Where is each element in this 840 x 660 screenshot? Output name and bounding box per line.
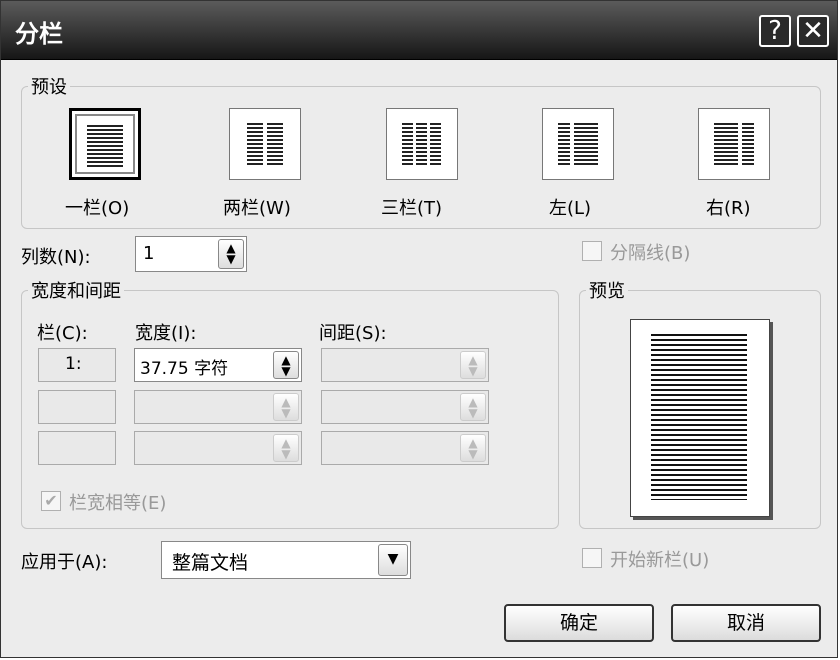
spacing-input: ▲ ▼ [321, 390, 489, 424]
spacing-input: ▲ ▼ [321, 431, 489, 465]
spacing-header: 间距(S): [319, 323, 387, 344]
two-columns-icon [247, 123, 263, 165]
spacing-input: ▲ ▼ [321, 348, 489, 382]
width-header: 宽度(I): [135, 323, 197, 344]
checkmark-icon: ✔ [44, 491, 58, 510]
apply-to-label: 应用于(A): [21, 552, 108, 573]
new-column-label: 开始新栏(U) [610, 550, 710, 571]
presets-legend: 预设 [31, 77, 67, 98]
preset-three-columns-label: 三栏(T) [381, 198, 443, 219]
preview-text-lines [651, 334, 747, 500]
spin-arrows-icon[interactable]: ▲ ▼ [273, 351, 299, 379]
chevron-down-icon[interactable]: ▼ [378, 544, 408, 576]
spin-arrows-icon[interactable]: ▲ ▼ [218, 239, 244, 269]
columns-count-label: 列数(N): [21, 247, 91, 268]
window-title: 分栏 [15, 20, 63, 48]
equal-width-checkbox: ✔ [41, 491, 61, 511]
width-input: ▲ ▼ [134, 431, 302, 465]
column-number-cell [38, 431, 116, 465]
preset-two-columns-label: 两栏(W) [223, 198, 291, 219]
column-number-cell: 1: [38, 348, 116, 382]
columns-count-input[interactable]: 1 ▲ ▼ [135, 236, 247, 272]
new-column-checkbox[interactable] [582, 548, 602, 568]
col-header: 栏(C): [37, 323, 88, 344]
preset-left-label: 左(L) [549, 198, 592, 219]
preset-one-column-label: 一栏(O) [65, 198, 130, 219]
preset-two-columns[interactable] [229, 108, 301, 180]
width-input[interactable]: 37.75 字符 ▲ ▼ [134, 348, 302, 382]
preset-right[interactable] [698, 108, 770, 180]
preset-one-column[interactable] [69, 108, 141, 180]
spin-arrows-icon: ▲ ▼ [460, 434, 486, 462]
spin-arrows-icon: ▲ ▼ [460, 351, 486, 379]
separator-checkbox[interactable] [582, 241, 602, 261]
width-spacing-legend: 宽度和间距 [31, 281, 121, 302]
column-number-cell [38, 390, 116, 424]
cancel-button[interactable]: 取消 [671, 604, 821, 642]
title-bar: 分栏 ? ✕ [1, 1, 837, 60]
preview-legend: 预览 [589, 281, 625, 302]
width-input: ▲ ▼ [134, 390, 302, 424]
spin-arrows-icon: ▲ ▼ [460, 393, 486, 421]
separator-label: 分隔线(B) [610, 243, 691, 264]
equal-width-label: 栏宽相等(E) [69, 493, 167, 514]
preview-page [630, 319, 770, 517]
preset-three-columns[interactable] [386, 108, 458, 180]
right-column-icon [714, 123, 738, 165]
columns-dialog: 分栏 ? ✕ 预设 一栏(O) 两栏(W) 三栏(T) 左(L) 右(R) 列数… [0, 0, 838, 658]
one-column-icon [87, 125, 123, 167]
ok-button[interactable]: 确定 [504, 604, 654, 642]
apply-to-select[interactable]: 整篇文档 ▼ [161, 541, 411, 579]
preset-left[interactable] [542, 108, 614, 180]
spin-arrows-icon: ▲ ▼ [273, 393, 299, 421]
spin-arrows-icon: ▲ ▼ [273, 434, 299, 462]
help-button[interactable]: ? [759, 15, 791, 47]
close-button[interactable]: ✕ [797, 15, 829, 47]
three-columns-icon [402, 123, 413, 165]
preset-right-label: 右(R) [706, 198, 751, 219]
left-column-icon [558, 123, 570, 165]
